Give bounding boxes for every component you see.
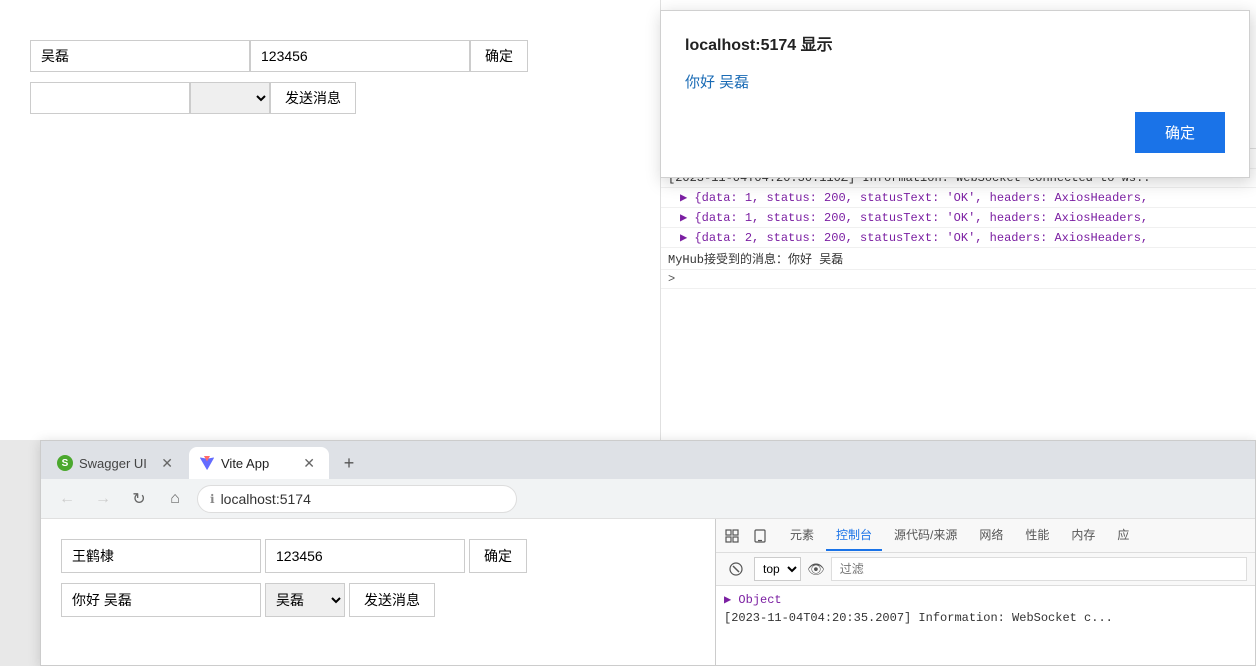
devtools-clear-icon[interactable] bbox=[724, 557, 748, 581]
tab-vite-close[interactable]: ✕ bbox=[301, 455, 317, 472]
devtools-tab-elements[interactable]: 元素 bbox=[780, 520, 824, 551]
console-line-5: ▶ {data: 2, status: 200, statusText: 'OK… bbox=[660, 228, 1256, 248]
forward-button[interactable]: → bbox=[89, 485, 117, 513]
tab-vite[interactable]: Vite App ✕ bbox=[189, 447, 329, 479]
address-bar: ← → ↻ ⌂ ℹ localhost:5174 bbox=[41, 479, 1255, 519]
console-area: ▶ {data: 1, status: 200, statusText: 'OK… bbox=[660, 148, 1256, 440]
tab-bar: S Swagger UI ✕ Vite App ✕ + bbox=[41, 441, 1255, 479]
lock-icon: ℹ bbox=[210, 492, 215, 506]
devtools-tab-memory[interactable]: 内存 bbox=[1061, 520, 1105, 551]
devtools-tab-network[interactable]: 网络 bbox=[969, 520, 1013, 551]
bg-confirm-button[interactable]: 确定 bbox=[470, 40, 528, 72]
back-button[interactable]: ← bbox=[53, 485, 81, 513]
devtools-tab-application[interactable]: 应 bbox=[1107, 520, 1139, 551]
devtools-toolbar: top 👁 bbox=[716, 553, 1255, 586]
fg-user-select[interactable]: 吴磊 bbox=[265, 583, 345, 617]
eye-icon[interactable]: 👁 bbox=[807, 561, 825, 578]
new-tab-button[interactable]: + bbox=[335, 449, 363, 477]
devtools-tab-sources[interactable]: 源代码/来源 bbox=[884, 520, 967, 551]
fg-confirm-button[interactable]: 确定 bbox=[469, 539, 527, 573]
alert-title: localhost:5174 显示 bbox=[685, 31, 1225, 55]
filter-input[interactable] bbox=[831, 557, 1247, 581]
bg-send-button[interactable]: 发送消息 bbox=[270, 82, 356, 114]
fg-form-row-2: 吴磊 发送消息 bbox=[61, 583, 695, 617]
bg-user-select[interactable] bbox=[190, 82, 270, 114]
devtools-tab-bar: 元素 控制台 源代码/来源 网络 性能 内存 应 bbox=[716, 519, 1255, 553]
console-line-6: MyHub接受到的消息：你好 吴磊 bbox=[660, 248, 1256, 270]
tab-vite-label: Vite App bbox=[221, 456, 269, 471]
alert-ok-button[interactable]: 确定 bbox=[1135, 112, 1225, 153]
url-bar[interactable]: ℹ localhost:5174 bbox=[197, 485, 517, 513]
alert-dialog: localhost:5174 显示 你好 吴磊 确定 bbox=[660, 10, 1250, 178]
url-text: localhost:5174 bbox=[221, 491, 311, 507]
fg-pass-input[interactable] bbox=[265, 539, 465, 573]
vite-icon bbox=[199, 455, 215, 471]
devtools-tab-performance[interactable]: 性能 bbox=[1015, 520, 1059, 551]
console-line-7: > bbox=[660, 270, 1256, 289]
fg-msg-input[interactable] bbox=[61, 583, 261, 617]
fg-name-input[interactable] bbox=[61, 539, 261, 573]
context-select[interactable]: top bbox=[754, 557, 801, 581]
devtools-inspect-icon[interactable] bbox=[720, 524, 744, 548]
devtools-device-icon[interactable] bbox=[748, 524, 772, 548]
alert-message: 你好 吴磊 bbox=[685, 71, 1225, 92]
bg-pass-input[interactable] bbox=[250, 40, 470, 72]
dt-line-1: ▶ Object bbox=[724, 590, 1247, 609]
bg-msg-input[interactable] bbox=[30, 82, 190, 114]
fg-send-button[interactable]: 发送消息 bbox=[349, 583, 435, 617]
dt-line-2: [2023-11-04T04:20:35.2007] Information: … bbox=[724, 609, 1247, 627]
page-content: 确定 吴磊 发送消息 bbox=[41, 519, 715, 665]
swagger-icon: S bbox=[57, 455, 73, 471]
tab-swagger-label: Swagger UI bbox=[79, 456, 147, 471]
devtools-panel: 元素 控制台 源代码/来源 网络 性能 内存 应 top 👁 ▶ Object bbox=[715, 519, 1255, 665]
bg-name-input[interactable] bbox=[30, 40, 250, 72]
foreground-browser: S Swagger UI ✕ Vite App ✕ + ← → ↻ ⌂ ℹ lo… bbox=[40, 440, 1256, 666]
devtools-icon-group bbox=[720, 524, 772, 548]
reload-button[interactable]: ↻ bbox=[125, 485, 153, 513]
tab-swagger-close[interactable]: ✕ bbox=[159, 455, 175, 472]
home-button[interactable]: ⌂ bbox=[161, 485, 189, 513]
devtools-content: ▶ Object [2023-11-04T04:20:35.2007] Info… bbox=[716, 586, 1255, 665]
tab-swagger[interactable]: S Swagger UI ✕ bbox=[47, 447, 187, 479]
devtools-tab-console[interactable]: 控制台 bbox=[826, 520, 882, 551]
console-line-4: ▶ {data: 1, status: 200, statusText: 'OK… bbox=[660, 208, 1256, 228]
content-area: 确定 吴磊 发送消息 元素 bbox=[41, 519, 1255, 665]
console-line-3: ▶ {data: 1, status: 200, statusText: 'OK… bbox=[660, 188, 1256, 208]
fg-form-row-1: 确定 bbox=[61, 539, 695, 573]
